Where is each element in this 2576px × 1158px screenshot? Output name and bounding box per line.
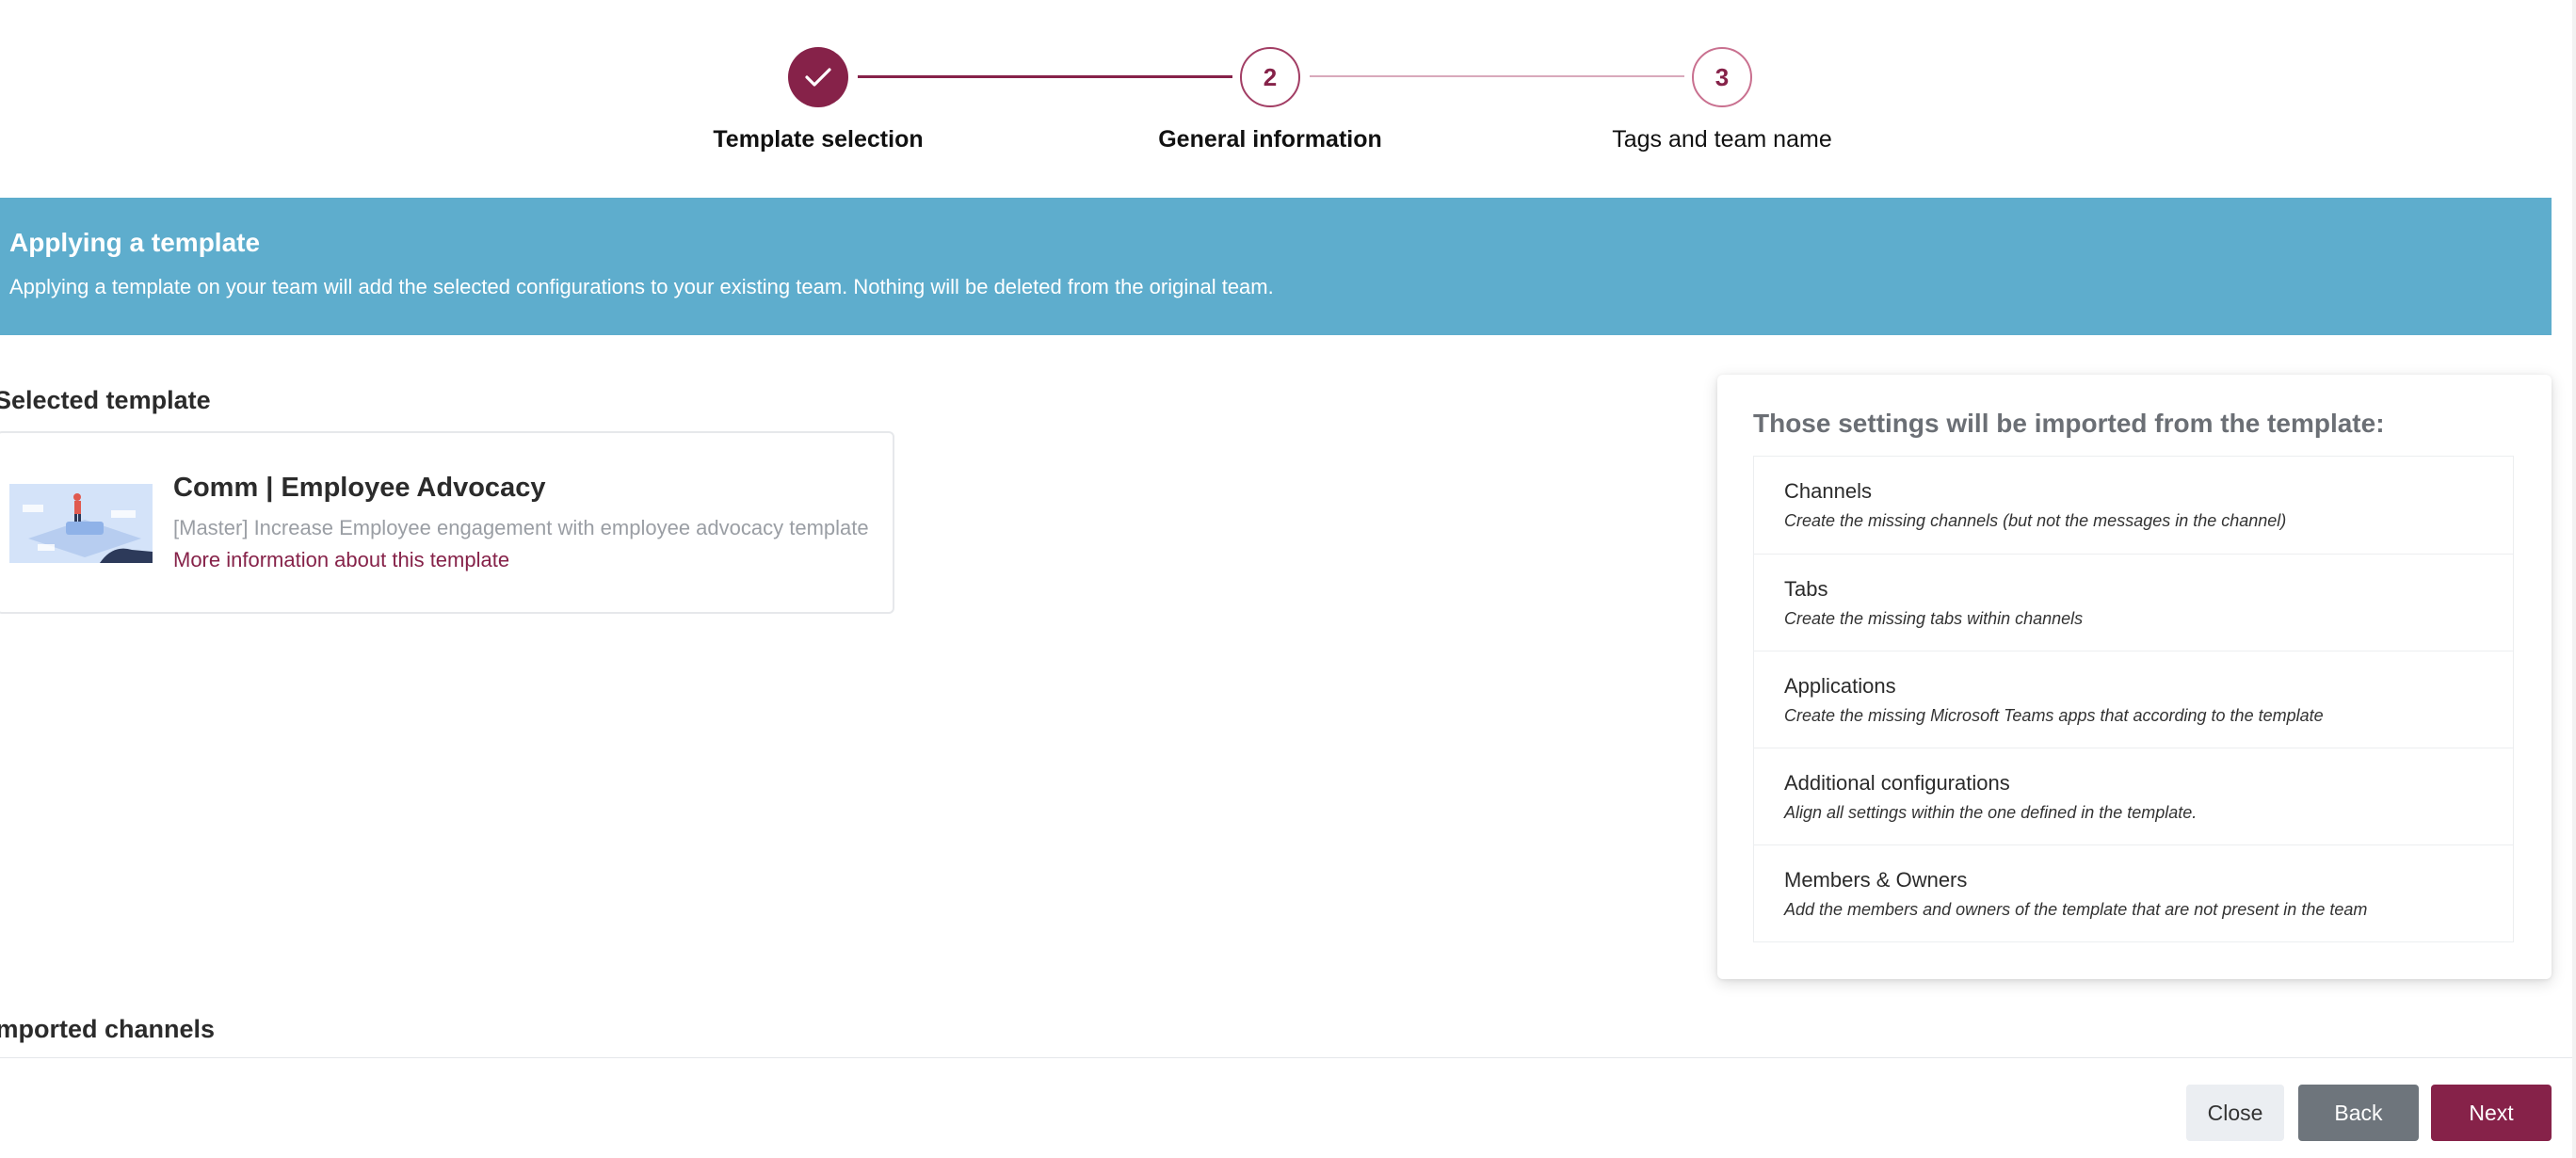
settings-item-title: Members & Owners [1784,868,1968,892]
settings-item-title: Additional configurations [1784,771,2010,795]
step-2-circle: 2 [1240,47,1300,107]
settings-item-title: Tabs [1784,577,1828,601]
step-connector-2 [1310,75,1684,77]
info-banner: Applying a template Applying a template … [0,198,2552,335]
close-button[interactable]: Close [2186,1085,2284,1141]
settings-item-title: Channels [1784,479,1872,503]
selected-template-heading: Selected template [0,386,211,414]
settings-item-title: Applications [1784,674,1896,698]
step-1-label: Template selection [713,126,924,153]
check-icon [805,68,831,87]
settings-item-applications: Applications Create the missing Microsof… [1754,651,2513,748]
window-edge [2572,0,2576,1158]
imported-channels-heading: Imported channels [0,1015,216,1043]
step-connector-1 [858,75,1232,78]
next-button[interactable]: Next [2431,1085,2552,1141]
settings-item-desc: Add the members and owners of the templa… [1784,900,2368,919]
banner-title: Applying a template [9,228,261,257]
template-thumbnail [9,484,153,563]
settings-item-channels: Channels Create the missing channels (bu… [1754,457,2513,554]
settings-item-members-owners: Members & Owners Add the members and own… [1754,844,2513,941]
step-1-circle [788,47,848,107]
back-button[interactable]: Back [2298,1085,2419,1141]
step-3-label: Tags and team name [1612,126,1832,153]
step-3-circle: 3 [1692,47,1752,107]
template-illustration [9,484,153,563]
settings-title: Those settings will be imported from the… [1753,409,2385,438]
template-card: Comm | Employee Advocacy [Master] Increa… [0,431,894,614]
settings-item-tabs: Tabs Create the missing tabs within chan… [1754,554,2513,651]
settings-item-additional-configurations: Additional configurations Align all sett… [1754,748,2513,844]
imported-settings-panel: Those settings will be imported from the… [1717,375,2552,979]
step-2-number: 2 [1263,62,1278,91]
settings-list: Channels Create the missing channels (bu… [1753,456,2514,942]
settings-item-desc: Create the missing channels (but not the… [1784,511,2287,530]
step-2-label: General information [1158,126,1382,153]
footer-divider [0,1057,2576,1058]
wizard-stepper: 2 3 Template selection General informati… [0,0,2576,179]
template-name: Comm | Employee Advocacy [173,473,546,503]
template-description: [Master] Increase Employee engagement wi… [173,516,869,539]
step-3-number: 3 [1715,62,1730,91]
settings-item-desc: Create the missing Microsoft Teams apps … [1784,706,2324,725]
settings-item-desc: Align all settings within the one define… [1784,803,2198,822]
settings-item-desc: Create the missing tabs within channels [1784,609,2084,628]
template-info-link[interactable]: More information about this template [173,548,509,572]
banner-text: Applying a template on your team will ad… [9,275,1274,298]
